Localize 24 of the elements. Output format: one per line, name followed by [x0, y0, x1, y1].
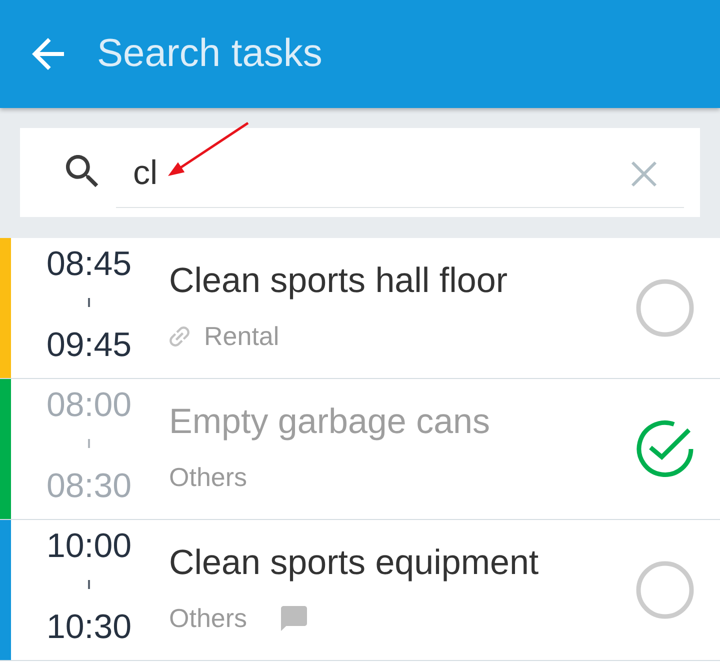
end-time: 09:45: [46, 328, 132, 362]
time-separator: [88, 580, 90, 589]
start-time: 08:45: [46, 247, 132, 281]
time-separator: [88, 439, 90, 448]
task-title: Clean sports equipment: [169, 543, 540, 583]
back-arrow-icon[interactable]: [32, 38, 64, 70]
end-time: 10:30: [46, 610, 132, 644]
end-time: 08:30: [46, 469, 132, 503]
task-category: Rental: [204, 321, 280, 351]
check-circle-icon[interactable]: [636, 420, 694, 478]
task-row[interactable]: 08:45 09:45 Clean sports hall floor Rental: [0, 238, 720, 379]
empty-circle-icon[interactable]: [636, 561, 694, 619]
task-category: Others: [169, 603, 248, 633]
search-icon: [66, 155, 100, 189]
empty-circle-icon[interactable]: [636, 279, 694, 337]
start-time: 10:00: [46, 529, 132, 563]
task-row[interactable]: 10:00 10:30 Clean sports equipment Others: [0, 520, 720, 661]
task-title: Empty garbage cans: [169, 402, 492, 442]
start-time: 08:00: [46, 388, 132, 422]
time-separator: [88, 298, 90, 307]
task-category: Others: [169, 462, 248, 492]
close-icon[interactable]: [631, 160, 657, 186]
page-title: Search tasks: [97, 32, 322, 76]
task-title: Clean sports hall floor: [169, 261, 508, 301]
